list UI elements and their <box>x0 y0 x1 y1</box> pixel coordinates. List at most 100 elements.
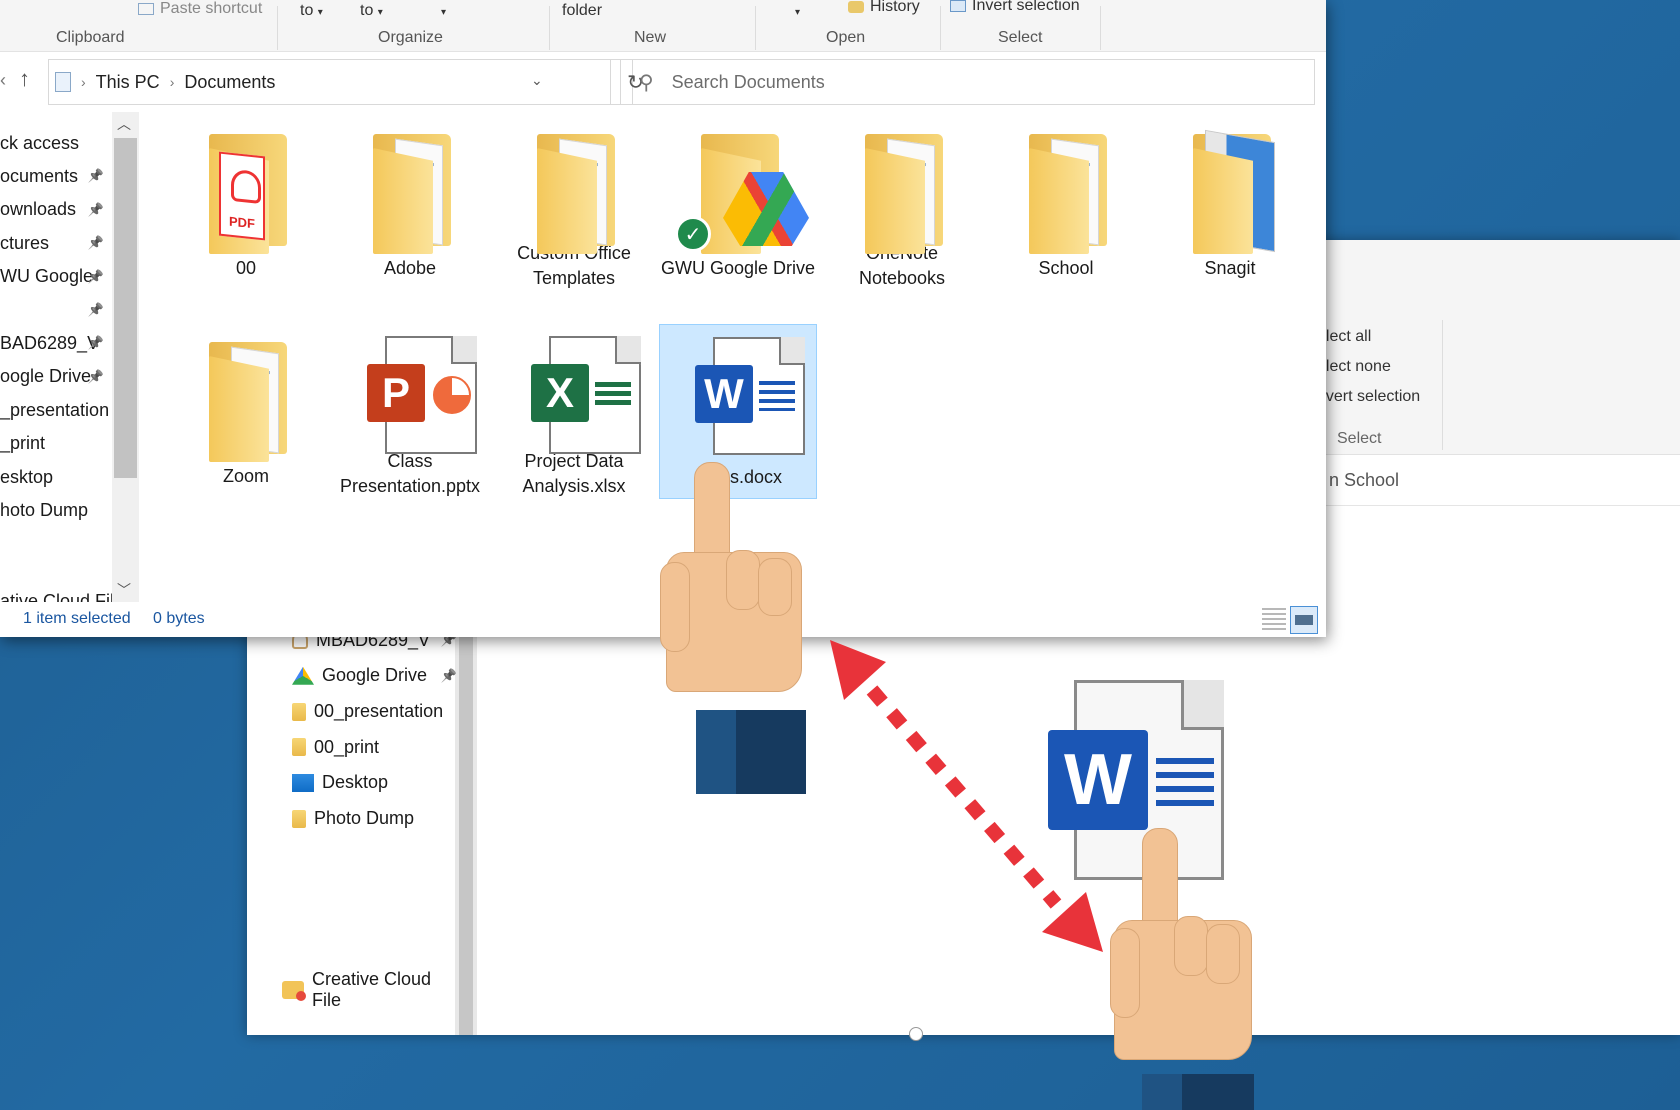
back-chevron-icon[interactable]: ‹ <box>0 70 6 91</box>
nav-item-label: ocuments <box>0 165 79 186</box>
pointing-hand-bottom <box>1110 828 1260 1110</box>
ribbon-divider <box>1100 6 1101 50</box>
nav-item-label: esktop <box>0 466 54 487</box>
file-name: 00 <box>235 258 257 278</box>
nav-item[interactable]: WU Google 📌 <box>0 262 112 292</box>
folder-front-panel <box>537 148 597 254</box>
back-nav-item[interactable]: Creative Cloud File <box>282 969 447 1010</box>
pin-icon: 📌 <box>87 268 104 284</box>
word-page-fold <box>1181 680 1224 730</box>
nav-item[interactable]: esktop <box>0 462 112 492</box>
open-group-label: Open <box>826 29 866 46</box>
back-nav-item[interactable]: Photo Dump <box>292 804 457 834</box>
clipboard-group-label: Clipboard <box>56 29 125 46</box>
back-nav-item-label: 00_print <box>314 736 380 757</box>
file-name: Zoom <box>222 466 269 486</box>
folder-icon <box>847 124 957 254</box>
nav-item[interactable]: _presentation <box>0 395 112 425</box>
back-nav-item[interactable]: 00_print <box>292 732 457 762</box>
file-tile[interactable]: OneNote Notebooks <box>823 116 981 291</box>
folder-front-panel <box>209 356 269 462</box>
file-tile[interactable]: P Class Presentation.pptx <box>331 324 489 499</box>
word-logo: W <box>695 365 753 423</box>
paste-shortcut-command[interactable]: Paste shortcut <box>138 0 262 18</box>
scroll-down-chevron-icon[interactable]: ﹀ <box>117 580 131 600</box>
scroll-up-chevron-icon[interactable]: ︿ <box>117 114 131 134</box>
nav-item[interactable]: ownloads 📌 <box>0 195 112 225</box>
chevron-down-icon: ▾ <box>317 7 323 18</box>
file-tile[interactable]: PDF 00 <box>167 116 325 291</box>
excel-file-icon: X <box>519 332 641 454</box>
invert-selection-icon <box>950 0 966 12</box>
search-box[interactable]: ⚲ <box>620 59 1315 105</box>
invert-selection-label: Invert selection <box>972 0 1080 14</box>
back-nav-item[interactable]: 00_presentation <box>292 697 457 727</box>
address-bar[interactable]: › This PC › Documents ⌄ ↻ <box>48 59 644 105</box>
nav-pane-scrollbar[interactable]: ︿ ﹀ <box>112 112 139 602</box>
file-tile[interactable]: School <box>987 116 1145 291</box>
document-page-fold <box>615 336 641 364</box>
nav-item-label: ownloads <box>0 199 77 220</box>
nav-item[interactable]: oogle Drive 📌 <box>0 362 112 392</box>
document-page-fold <box>451 336 477 364</box>
resize-handle[interactable] <box>909 1027 923 1041</box>
copy-to-button[interactable]: to ▾ <box>360 2 383 20</box>
chevron-down-icon: ▾ <box>441 7 447 18</box>
text-lines-icon <box>759 381 795 411</box>
invert-selection-command[interactable]: nvert selection <box>1317 388 1420 406</box>
up-arrow-icon[interactable]: ↑ <box>19 66 30 92</box>
open-dropdown[interactable]: ▾ <box>795 2 800 20</box>
folder-icon <box>191 332 301 462</box>
ribbon-divider <box>549 6 550 50</box>
select-none-command[interactable]: elect none <box>1317 358 1391 376</box>
back-nav-item[interactable]: Desktop <box>292 768 457 798</box>
file-tile[interactable]: Adobe <box>331 116 489 291</box>
file-name: Adobe <box>383 258 437 278</box>
breadcrumb-this-pc[interactable]: This PC <box>96 72 160 93</box>
paste-shortcut-icon <box>138 2 154 15</box>
chevron-down-icon: ▾ <box>795 7 801 18</box>
new-folder-button[interactable]: folder <box>562 2 602 20</box>
file-tile[interactable]: Snagit <box>1151 116 1309 291</box>
ribbon-divider <box>277 6 278 50</box>
nav-item[interactable]: hoto Dump <box>0 495 112 525</box>
back-nav-item-label: Desktop <box>322 772 389 793</box>
nav-item[interactable]: _print <box>0 429 112 459</box>
file-tile[interactable]: Zoom <box>167 324 325 499</box>
pdf-icon: PDF <box>219 151 265 241</box>
word-lines-icon <box>1156 758 1214 806</box>
copy-to-label: to <box>360 2 374 19</box>
file-tile[interactable]: ✓ GWU Google Drive <box>659 116 817 291</box>
nav-item[interactable]: ative Cloud File <box>0 586 112 603</box>
creative-cloud-icon <box>282 981 306 1001</box>
nav-item[interactable]: 📌 <box>0 295 112 325</box>
nav-item[interactable]: ocuments 📌 <box>0 161 112 191</box>
nav-item[interactable]: ctures 📌 <box>0 228 112 258</box>
nav-item[interactable]: BAD6289_V 📌 <box>0 328 112 358</box>
search-input[interactable] <box>671 71 1272 93</box>
back-search-text[interactable]: n School <box>1329 470 1399 491</box>
scroll-thumb[interactable] <box>114 138 137 478</box>
file-name: Project Data Analysis.xlsx <box>522 451 626 496</box>
details-view-icon[interactable] <box>1262 608 1286 630</box>
delete-dropdown[interactable]: ▾ <box>441 2 446 20</box>
file-name: School <box>1038 258 1094 278</box>
file-tile[interactable]: Custom Office Templates <box>495 116 653 291</box>
move-to-button[interactable]: to ▾ <box>300 2 323 20</box>
back-nav-item[interactable]: Google Drive 📌 <box>292 661 457 691</box>
nav-item[interactable]: ck access <box>0 128 112 158</box>
history-button[interactable]: History <box>848 0 920 16</box>
google-drive-icon <box>292 666 314 685</box>
search-icon: ⚲ <box>639 71 654 94</box>
documents-location-icon <box>55 72 71 92</box>
address-history-chevron-icon[interactable]: ⌄ <box>531 72 543 89</box>
history-label: History <box>870 0 920 15</box>
folder-pdf-icon: PDF <box>191 124 301 254</box>
invert-selection-button[interactable]: Invert selection <box>950 0 1080 15</box>
sleeve-cuff <box>1142 1074 1182 1110</box>
breadcrumb-documents[interactable]: Documents <box>184 72 275 93</box>
pin-icon: 📌 <box>87 302 104 317</box>
file-tile[interactable]: X Project Data Analysis.xlsx <box>495 324 653 499</box>
nav-item-label: ctures <box>0 232 50 253</box>
large-icons-view-icon[interactable] <box>1290 606 1318 634</box>
